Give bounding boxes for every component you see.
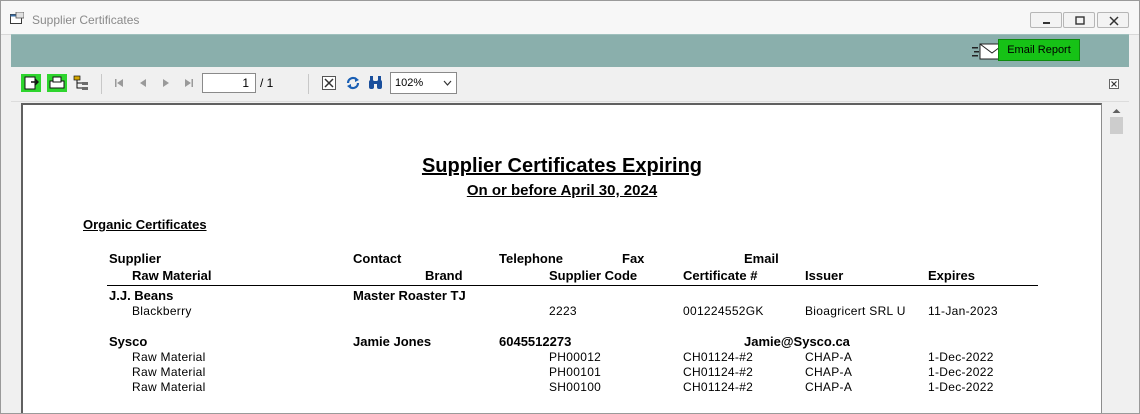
scrollbar-thumb[interactable] [1110,117,1123,134]
row-material: Raw Material [132,365,206,379]
tree-view-icon [73,75,88,90]
header-divider [107,285,1038,286]
group-tree-button[interactable] [72,74,92,92]
header-supplier-code: Supplier Code [549,268,638,283]
row-issuer: CHAP-A [805,350,853,364]
row-supplier-code: SH00100 [549,380,602,394]
vertical-scrollbar[interactable] [1108,103,1125,413]
group-supplier: J.J. Beans [109,288,174,303]
chevron-down-icon [443,80,452,86]
minimize-button[interactable] [1030,12,1062,28]
close-report-icon[interactable] [1109,79,1119,89]
header-fax: Fax [622,251,645,266]
header-contact: Contact [353,251,402,266]
row-material: Raw Material [132,350,206,364]
refresh-icon[interactable] [345,75,361,91]
last-page-icon[interactable] [184,78,194,88]
restore-button[interactable] [1063,12,1095,28]
search-binoculars-icon[interactable] [368,75,384,91]
page-total-label: / 1 [260,76,274,90]
header-telephone: Telephone [499,251,564,266]
window-title: Supplier Certificates [32,13,140,27]
first-page-icon[interactable] [114,78,124,88]
section-heading: Organic Certificates [83,217,207,232]
row-material: Blackberry [132,304,192,318]
toolbar-separator [101,74,102,94]
email-report-button[interactable]: Email Report [998,39,1080,61]
minimize-icon [1043,22,1050,24]
export-button[interactable] [21,74,41,92]
row-expires: 1-Dec-2022 [928,350,994,364]
group-contact: Master Roaster TJ [353,288,466,303]
action-bar: Email Report [11,34,1129,68]
row-supplier-code: 2223 [549,304,577,318]
app-window-icon [10,12,24,24]
row-certificate: CH01124-#2 [683,380,754,394]
report-subtitle: On or before April 30, 2024 [466,182,658,199]
header-raw-material: Raw Material [132,268,212,283]
row-issuer: Bioagricert SRL U [805,304,906,318]
row-issuer: CHAP-A [805,380,853,394]
group-email: Jamie@Sysco.ca [744,334,850,349]
title-bar: Supplier Certificates [1,1,1139,35]
report-toolbar: 1 / 1 102% [11,67,1129,102]
group-supplier: Sysco [109,334,148,349]
toolbar-separator [308,74,309,94]
stop-icon[interactable] [322,76,336,90]
row-supplier-code: PH00101 [549,365,602,379]
report-window: Supplier Certificates Email Report 1 / 1… [0,0,1140,414]
previous-page-icon[interactable] [138,78,148,88]
report-page: Supplier Certificates Expiring On or bef… [21,103,1102,413]
row-issuer: CHAP-A [805,365,853,379]
zoom-value: 102% [395,77,424,89]
close-window-button[interactable] [1097,12,1129,28]
row-supplier-code: PH00012 [549,350,602,364]
print-button[interactable] [47,74,67,92]
scroll-up-icon[interactable] [1112,108,1121,114]
report-title: Supplier Certificates Expiring [421,155,703,177]
row-material: Raw Material [132,380,206,394]
header-supplier: Supplier [109,251,162,266]
header-expires: Expires [928,268,975,283]
zoom-select[interactable]: 102% [390,72,457,94]
row-expires: 1-Dec-2022 [928,365,994,379]
group-telephone: 6045512273 [499,334,572,349]
next-page-icon[interactable] [161,78,171,88]
row-expires: 11-Jan-2023 [928,304,998,318]
group-contact: Jamie Jones [353,334,432,349]
close-icon [1109,16,1119,26]
print-icon [49,76,65,89]
row-certificate: CH01124-#2 [683,365,754,379]
row-certificate: 001224552GK [683,304,764,318]
header-issuer: Issuer [805,268,844,283]
header-brand: Brand [425,268,463,283]
header-certificate: Certificate # [683,268,758,283]
export-icon [24,76,39,90]
header-email: Email [744,251,779,266]
row-expires: 1-Dec-2022 [928,380,994,394]
row-certificate: CH01124-#2 [683,350,754,364]
page-number-input[interactable]: 1 [202,73,256,93]
restore-icon [1075,16,1085,25]
